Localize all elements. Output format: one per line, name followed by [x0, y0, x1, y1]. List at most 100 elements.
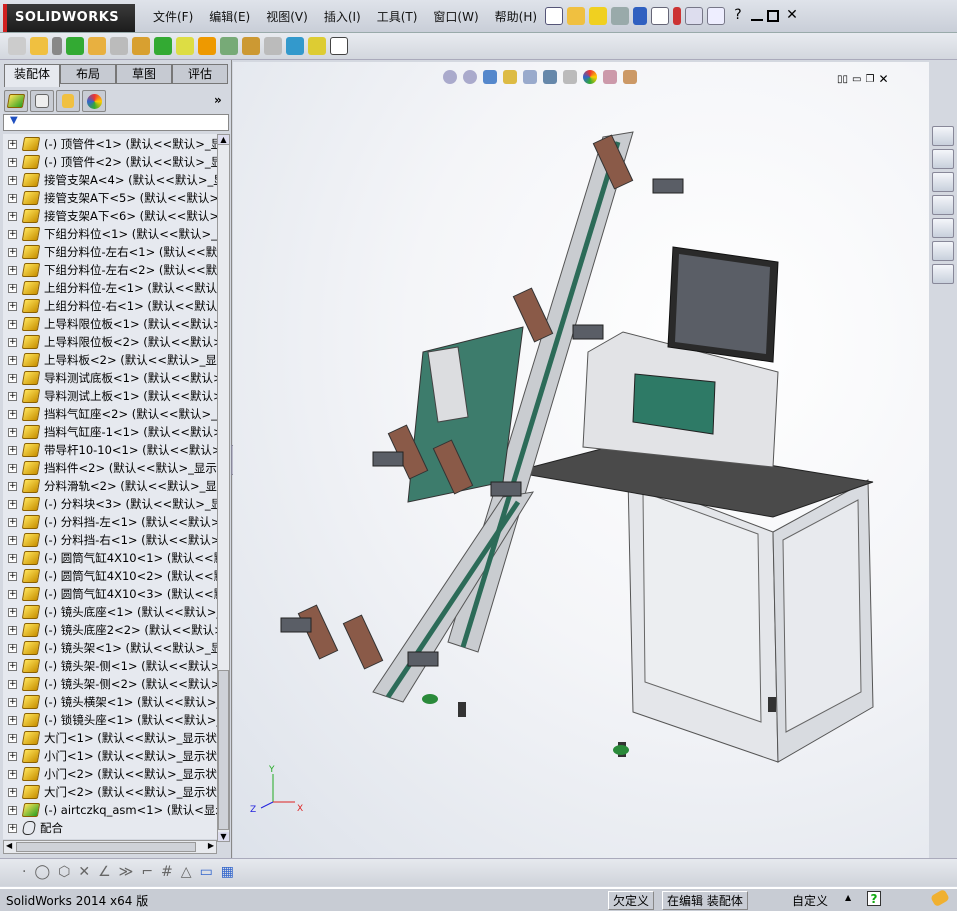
expand-icon[interactable]: +: [8, 571, 17, 581]
menu-view[interactable]: 视图(V): [258, 8, 316, 25]
print-icon[interactable]: [611, 7, 629, 25]
tag-icon[interactable]: [930, 888, 950, 908]
expand-icon[interactable]: +: [8, 301, 17, 311]
units-up-arrow[interactable]: ▲: [845, 893, 851, 902]
file-explorer-icon[interactable]: [932, 195, 954, 215]
smart-fasteners-icon[interactable]: [88, 37, 106, 55]
expand-icon[interactable]: +: [8, 517, 17, 527]
expand-icon[interactable]: +: [8, 283, 17, 293]
display-manager-icon[interactable]: [82, 90, 106, 112]
tree-item[interactable]: + 挡料件<2> (默认<<默认>_显示状: [3, 459, 217, 477]
tree-item[interactable]: + 导料测试底板<1> (默认<<默认>: [3, 369, 217, 387]
expand-icon[interactable]: +: [8, 733, 17, 743]
tree-item[interactable]: + 上导料限位板<2> (默认<<默认>: [3, 333, 217, 351]
scroll-thumb[interactable]: [218, 670, 229, 830]
tree-item[interactable]: + (-) 分料挡-右<1> (默认<<默认>_: [3, 531, 217, 549]
expand-icon[interactable]: +: [8, 805, 17, 815]
restore-icon[interactable]: [767, 10, 779, 22]
tree-item[interactable]: + (-) 镜头横架<1> (默认<<默认>_显: [3, 693, 217, 711]
expand-icon[interactable]: +: [8, 751, 17, 761]
open-icon[interactable]: [567, 7, 585, 25]
move-component-icon[interactable]: [110, 37, 128, 55]
tree-item[interactable]: + 挡料气缸座<2> (默认<<默认>_显: [3, 405, 217, 423]
new-document-icon[interactable]: [545, 7, 563, 25]
window-icon[interactable]: ▭: [200, 864, 213, 880]
show-hidden-icon[interactable]: [132, 37, 150, 55]
reference-geometry-icon[interactable]: [176, 37, 194, 55]
feature-manager-icon[interactable]: [4, 90, 28, 112]
undo-icon[interactable]: [633, 7, 647, 25]
tree-item[interactable]: + 接管支架A下<5> (默认<<默认>_: [3, 189, 217, 207]
instant3d-icon[interactable]: [330, 37, 348, 55]
expand-icon[interactable]: +: [8, 463, 17, 473]
tree-item[interactable]: + 上组分料位-左<1> (默认<<默认>: [3, 279, 217, 297]
tree-vertical-scrollbar[interactable]: ▲ ▼: [217, 134, 230, 842]
expand-icon[interactable]: +: [8, 193, 17, 203]
tree-horizontal-scrollbar[interactable]: ◀ ▶: [3, 840, 217, 854]
mate-icon[interactable]: [52, 37, 62, 55]
table-icon[interactable]: ▦: [221, 864, 234, 880]
expand-icon[interactable]: +: [8, 643, 17, 653]
tree-item[interactable]: + 小门<2> (默认<<默认>_显示状态: [3, 765, 217, 783]
tree-item[interactable]: + 下组分料位-左右<2> (默认<<默认: [3, 261, 217, 279]
expand-icon[interactable]: +: [8, 715, 17, 725]
fillet-icon[interactable]: ⌐: [141, 864, 153, 880]
tree-item[interactable]: + 下组分料位-左右<1> (默认<<默认: [3, 243, 217, 261]
rebuild-warning-icon[interactable]: [589, 7, 607, 25]
tree-item[interactable]: + (-) 镜头架<1> (默认<<默认>_显示: [3, 639, 217, 657]
filter-icon[interactable]: ▼: [10, 115, 18, 126]
tree-item[interactable]: + 大门<1> (默认<<默认>_显示状态: [3, 729, 217, 747]
expand-panel-chevron[interactable]: »: [214, 93, 222, 107]
clearance-verification-icon[interactable]: [308, 37, 326, 55]
tree-item[interactable]: + (-) 顶管件<1> (默认<<默认>_显示: [3, 135, 217, 153]
tab-layout[interactable]: 布局: [60, 64, 116, 84]
select-pointer-icon[interactable]: [651, 7, 669, 25]
expand-icon[interactable]: +: [8, 391, 17, 401]
grid-icon[interactable]: #: [161, 864, 173, 880]
graphics-area[interactable]: ▯▯ ▭ ❐ ✕ Y X Z: [233, 62, 929, 858]
trim-icon[interactable]: ✕: [78, 864, 90, 880]
solidworks-resources-icon[interactable]: [932, 126, 954, 146]
point-icon[interactable]: ·: [22, 864, 26, 880]
triangle-icon[interactable]: △: [181, 864, 192, 880]
interference-detection-icon[interactable]: [286, 37, 304, 55]
tree-item[interactable]: + (-) 分料块<3> (默认<<默认>_显示: [3, 495, 217, 513]
home-icon[interactable]: [932, 149, 954, 169]
explode-line-sketch-icon[interactable]: [264, 37, 282, 55]
tree-item[interactable]: + 上导料限位板<1> (默认<<默认>: [3, 315, 217, 333]
tree-item[interactable]: + (-) 镜头架-侧<2> (默认<<默认>_: [3, 675, 217, 693]
line-icon[interactable]: ∠: [98, 864, 111, 880]
menu-edit[interactable]: 编辑(E): [201, 8, 258, 25]
insert-component-icon[interactable]: [8, 37, 26, 55]
assembly-model[interactable]: Y X Z: [233, 62, 929, 858]
tree-item[interactable]: + (-) 顶管件<2> (默认<<默认>_显示: [3, 153, 217, 171]
expand-icon[interactable]: +: [8, 445, 17, 455]
view-palette-icon[interactable]: [932, 218, 954, 238]
expand-icon[interactable]: +: [8, 337, 17, 347]
expand-icon[interactable]: +: [8, 679, 17, 689]
tree-item[interactable]: + (-) 镜头底座2<2> (默认<<默认>_: [3, 621, 217, 639]
tree-item[interactable]: + (-) 圆筒气缸4X10<3> (默认<<默认: [3, 585, 217, 603]
new-part-icon[interactable]: [30, 37, 48, 55]
expand-icon[interactable]: +: [8, 787, 17, 797]
expand-icon[interactable]: +: [8, 589, 17, 599]
expand-icon[interactable]: +: [8, 661, 17, 671]
tree-item[interactable]: + 接管支架A下<6> (默认<<默认>_: [3, 207, 217, 225]
exploded-view-icon[interactable]: [242, 37, 260, 55]
tree-item[interactable]: + 导料测试上板<1> (默认<<默认>: [3, 387, 217, 405]
expand-icon[interactable]: +: [8, 553, 17, 563]
tree-item[interactable]: + (-) 圆筒气缸4X10<2> (默认<<默认: [3, 567, 217, 585]
expand-icon[interactable]: +: [8, 535, 17, 545]
tree-item[interactable]: + 上组分料位-右<1> (默认<<默认>: [3, 297, 217, 315]
tab-sketch[interactable]: 草图: [116, 64, 172, 84]
expand-icon[interactable]: +: [8, 499, 17, 509]
expand-icon[interactable]: +: [8, 409, 17, 419]
tree-item[interactable]: + 配合: [3, 819, 217, 837]
expand-icon[interactable]: +: [8, 211, 17, 221]
custom-properties-icon[interactable]: [932, 264, 954, 284]
tree-item[interactable]: + 挡料气缸座-1<1> (默认<<默认>_: [3, 423, 217, 441]
options-icon[interactable]: [685, 7, 703, 25]
circle-icon[interactable]: ◯: [34, 864, 50, 880]
menu-tools[interactable]: 工具(T): [369, 8, 426, 25]
tree-item[interactable]: + 带导杆10-10<1> (默认<<默认>_: [3, 441, 217, 459]
